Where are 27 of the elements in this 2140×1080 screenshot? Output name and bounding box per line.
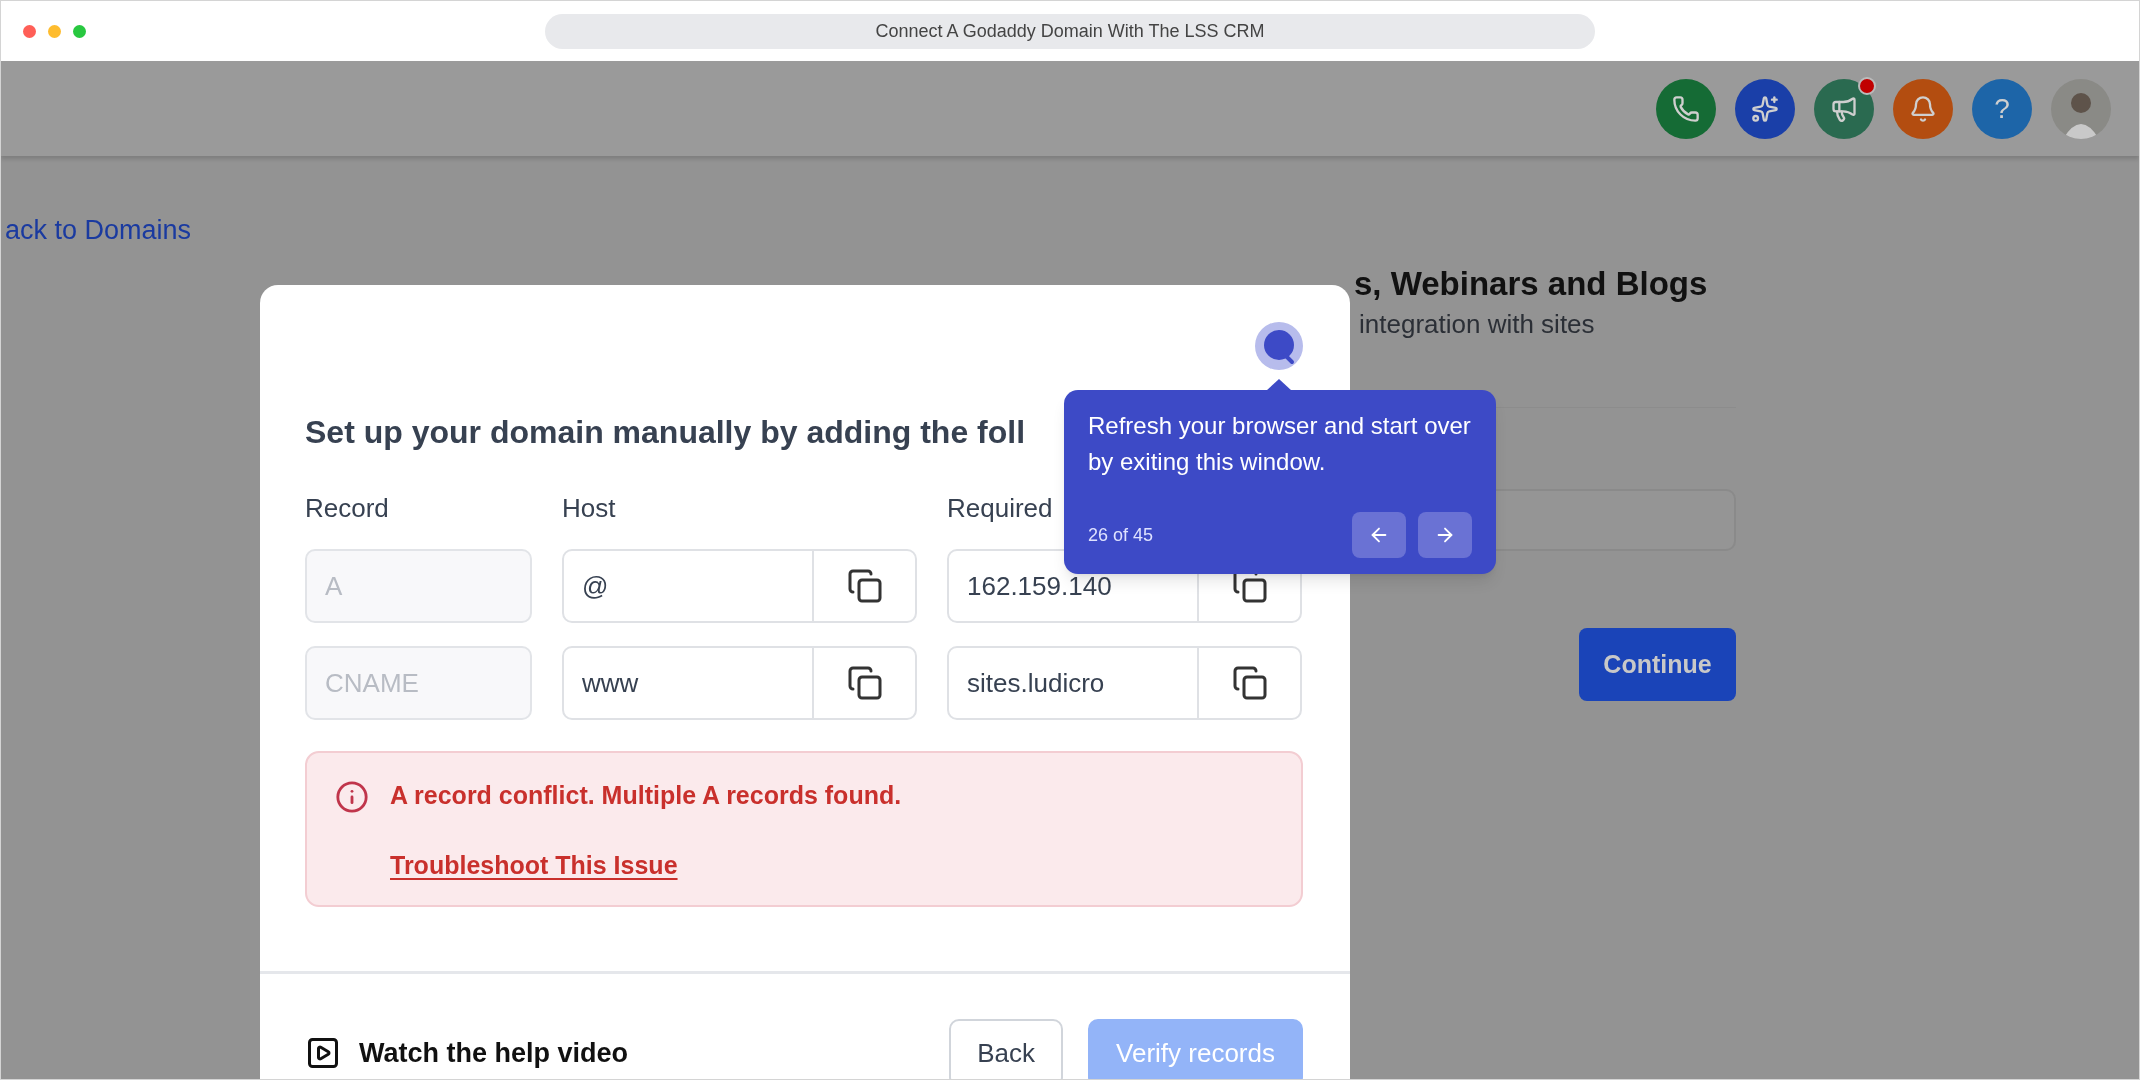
info-icon [335,780,369,814]
phone-icon [1672,94,1700,123]
page-heading: s, Webinars and Blogs [1354,264,1708,304]
record-field: A [305,549,532,623]
next-button[interactable] [1418,512,1472,558]
bell-icon [1909,94,1937,123]
sparkles-icon [1751,94,1779,123]
help-video-link[interactable]: Watch the help video [305,1032,629,1074]
troubleshoot-link[interactable]: Troubleshoot This Issue [390,848,678,882]
column-label: Host [562,493,616,523]
megaphone-button[interactable] [1814,78,1874,139]
page-subheading: integration with sites [1359,308,1596,341]
tooltip-text: Refresh your browser and start over by exiting this window. [1088,411,1472,477]
back-button[interactable]: Back [949,1019,1064,1079]
previous-button[interactable] [1352,512,1406,558]
alert-message: A record conflict. Multiple A records found. [390,780,903,811]
column-label: Record [305,493,389,523]
window-title: Connect A Godaddy Domain With The LSS CRM [545,13,1595,49]
play-icon [305,1035,341,1071]
help-button[interactable]: ? [1972,78,2032,139]
megaphone-icon [1830,94,1858,123]
column-label: Required [947,493,1053,523]
beacon-icon[interactable] [1255,322,1303,370]
record-field: CNAME [305,646,532,720]
modal-title: Set up your domain manually by adding the foll [305,413,1026,451]
step-counter: 26 of 45 [1088,523,1154,547]
continue-button[interactable]: Continue [1579,628,1736,701]
